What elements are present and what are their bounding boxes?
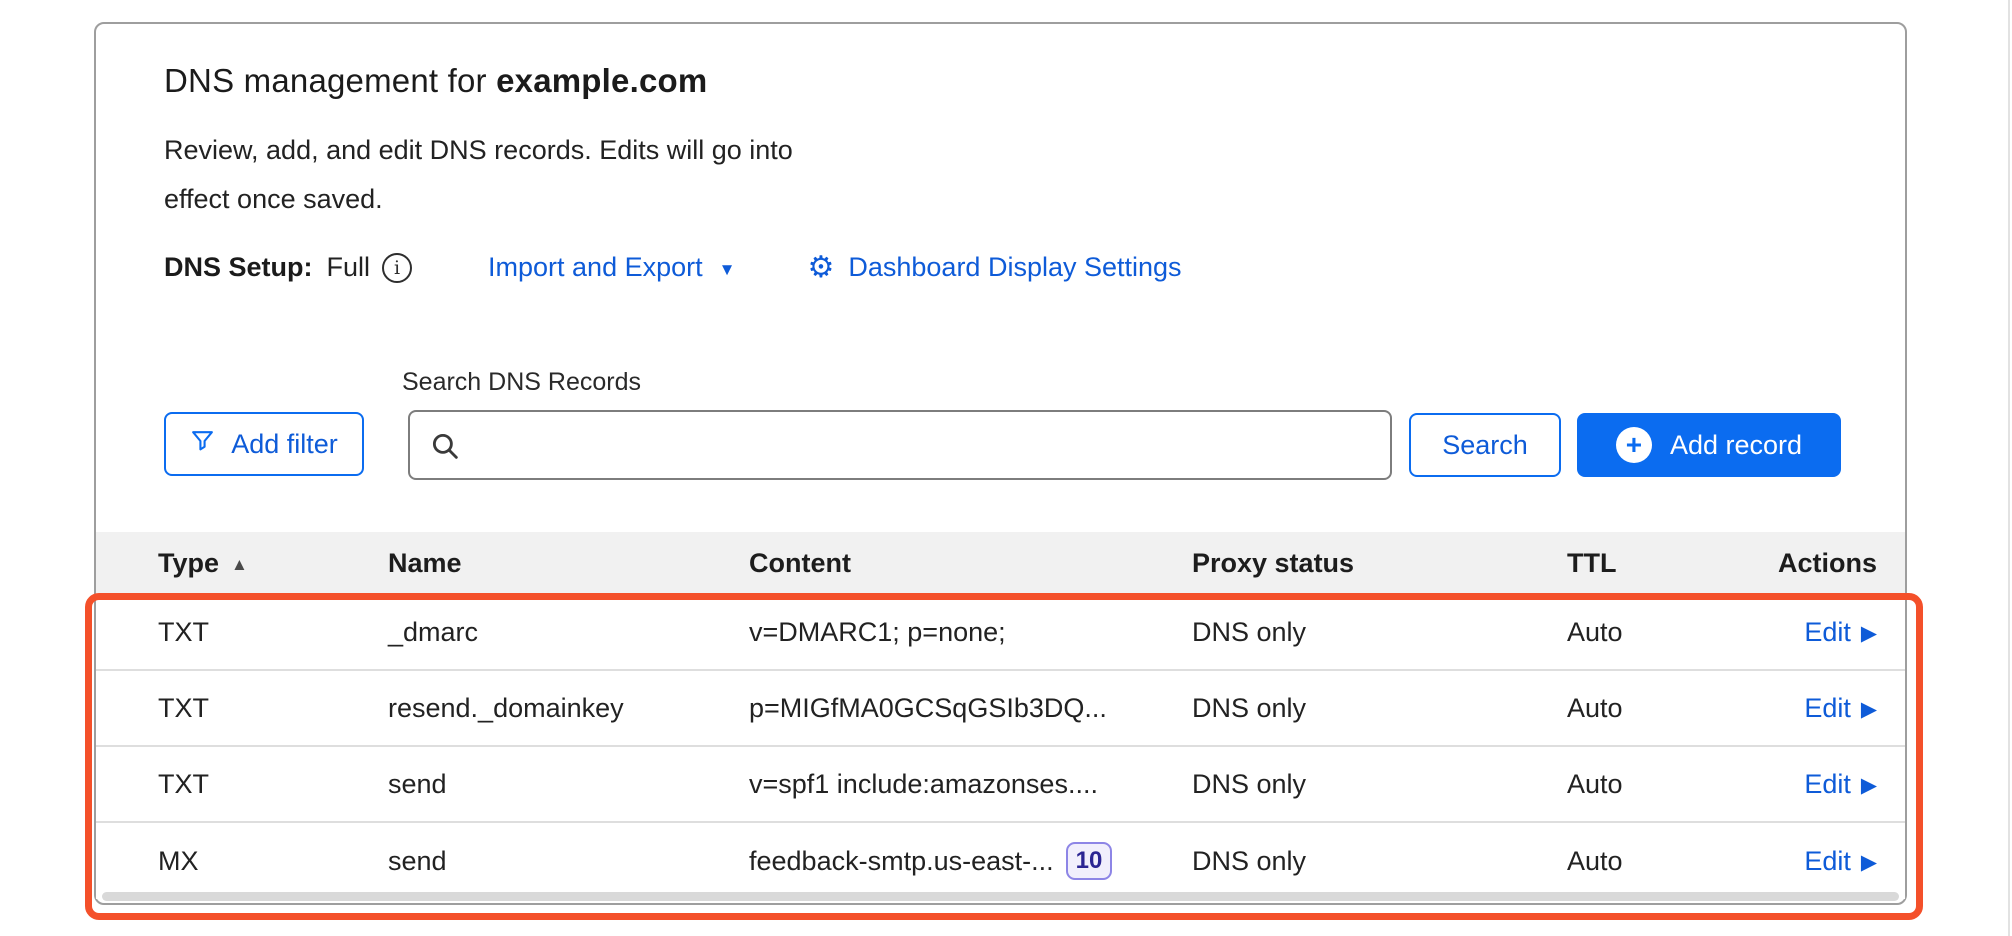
table-row: TXT resend._domainkey p=MIGfMA0GCSqGSIb3…	[96, 671, 1905, 747]
edit-label: Edit	[1804, 617, 1851, 648]
cell-name: send	[388, 769, 749, 800]
search-button-label: Search	[1442, 430, 1528, 461]
sort-ascending-icon: ▲	[231, 555, 248, 574]
card-header: DNS management for example.com Review, a…	[96, 24, 1905, 283]
plus-circle-icon: +	[1616, 427, 1652, 463]
cell-name: _dmarc	[388, 617, 749, 648]
dashboard-display-settings-label: Dashboard Display Settings	[848, 252, 1181, 283]
column-header-content[interactable]: Content	[749, 548, 1192, 579]
add-record-label: Add record	[1670, 430, 1802, 461]
search-dns-records-label: Search DNS Records	[402, 368, 641, 397]
import-export-link[interactable]: Import and Export ▼	[488, 252, 735, 283]
cell-actions: Edit ▶	[1757, 617, 1877, 648]
search-input-container	[408, 410, 1392, 480]
cell-type: MX	[158, 846, 388, 877]
record-content-text: v=spf1 include:amazonses....	[749, 769, 1098, 800]
edit-record-link[interactable]: Edit ▶	[1804, 617, 1877, 648]
edit-label: Edit	[1804, 769, 1851, 800]
dns-setup-value: Full	[327, 252, 371, 283]
cell-actions: Edit ▶	[1757, 846, 1877, 877]
add-filter-button[interactable]: Add filter	[164, 412, 364, 476]
cell-ttl: Auto	[1567, 846, 1757, 877]
edit-record-link[interactable]: Edit ▶	[1804, 769, 1877, 800]
dns-management-card: DNS management for example.com Review, a…	[94, 22, 1907, 905]
record-content-text: v=DMARC1; p=none;	[749, 617, 1006, 648]
gear-icon: ⚙	[807, 253, 834, 283]
table-row: TXT _dmarc v=DMARC1; p=none; DNS only Au…	[96, 595, 1905, 671]
add-record-button[interactable]: + Add record	[1577, 413, 1841, 477]
cell-name: send	[388, 846, 749, 877]
cell-proxy-status: DNS only	[1192, 846, 1567, 877]
edit-label: Edit	[1804, 693, 1851, 724]
cell-actions: Edit ▶	[1757, 693, 1877, 724]
mx-priority-badge: 10	[1066, 842, 1113, 880]
column-header-name[interactable]: Name	[388, 548, 749, 579]
table-row: TXT send v=spf1 include:amazonses.... DN…	[96, 747, 1905, 823]
cell-content: v=DMARC1; p=none;	[749, 617, 1192, 648]
dns-setup-row: DNS Setup: Full i Import and Export ▼ ⚙ …	[164, 252, 1905, 283]
cell-ttl: Auto	[1567, 693, 1757, 724]
info-icon[interactable]: i	[382, 253, 412, 283]
record-content-text: feedback-smtp.us-east-...	[749, 846, 1054, 877]
dashboard-display-settings-link[interactable]: ⚙ Dashboard Display Settings	[807, 252, 1181, 283]
cell-type: TXT	[158, 617, 388, 648]
page-description: Review, add, and edit DNS records. Edits…	[164, 126, 844, 224]
cell-ttl: Auto	[1567, 617, 1757, 648]
record-content-text: p=MIGfMA0GCSqGSIb3DQ...	[749, 693, 1107, 724]
horizontal-scrollbar-track[interactable]	[102, 892, 1899, 901]
dns-setup-label: DNS Setup:	[164, 252, 313, 283]
edit-label: Edit	[1804, 846, 1851, 877]
cell-ttl: Auto	[1567, 769, 1757, 800]
caret-right-icon: ▶	[1861, 773, 1877, 798]
chevron-down-icon: ▼	[719, 260, 736, 280]
cell-proxy-status: DNS only	[1192, 769, 1567, 800]
add-filter-label: Add filter	[231, 429, 338, 460]
cell-type: TXT	[158, 769, 388, 800]
dns-records-table: Type ▲ Name Content Proxy status TTL Acti…	[96, 532, 1905, 899]
cell-type: TXT	[158, 693, 388, 724]
page-title: DNS management for example.com	[164, 62, 1905, 100]
caret-right-icon: ▶	[1861, 621, 1877, 646]
cell-actions: Edit ▶	[1757, 769, 1877, 800]
search-button[interactable]: Search	[1409, 413, 1561, 477]
column-header-type-label: Type	[158, 548, 219, 578]
cell-proxy-status: DNS only	[1192, 693, 1567, 724]
cell-proxy-status: DNS only	[1192, 617, 1567, 648]
column-header-actions: Actions	[1757, 548, 1877, 579]
page-right-edge-divider	[2008, 0, 2010, 936]
table-header-row: Type ▲ Name Content Proxy status TTL Acti…	[96, 532, 1905, 595]
search-icon	[428, 429, 462, 468]
table-row: MX send feedback-smtp.us-east-... 10 DNS…	[96, 823, 1905, 899]
edit-record-link[interactable]: Edit ▶	[1804, 846, 1877, 877]
cell-content: feedback-smtp.us-east-... 10	[749, 842, 1192, 880]
cell-content: p=MIGfMA0GCSqGSIb3DQ...	[749, 693, 1192, 724]
table-body: TXT _dmarc v=DMARC1; p=none; DNS only Au…	[96, 595, 1905, 899]
column-header-proxy-status[interactable]: Proxy status	[1192, 548, 1567, 579]
page-title-domain: example.com	[496, 62, 707, 99]
caret-right-icon: ▶	[1861, 697, 1877, 722]
import-export-label: Import and Export	[488, 252, 703, 283]
filter-funnel-icon	[190, 428, 215, 460]
edit-record-link[interactable]: Edit ▶	[1804, 693, 1877, 724]
page-title-prefix: DNS management for	[164, 62, 496, 99]
cell-content: v=spf1 include:amazonses....	[749, 769, 1192, 800]
caret-right-icon: ▶	[1861, 850, 1877, 875]
search-input[interactable]	[410, 412, 1390, 478]
cell-name: resend._domainkey	[388, 693, 749, 724]
column-header-type[interactable]: Type ▲	[158, 548, 388, 579]
column-header-ttl[interactable]: TTL	[1567, 548, 1757, 579]
